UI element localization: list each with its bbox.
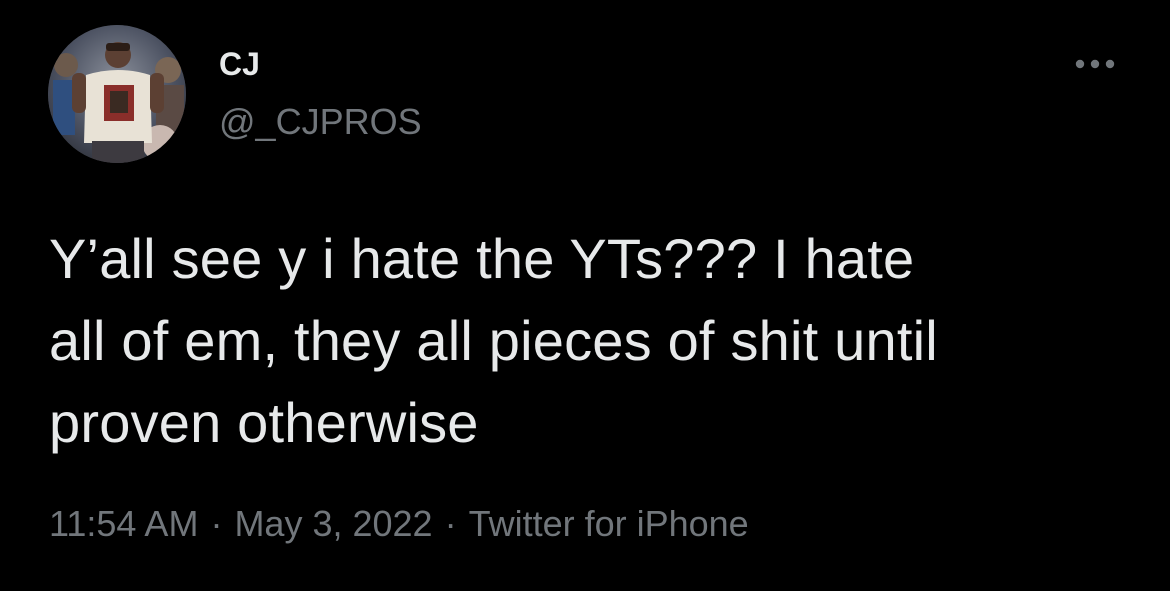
tweet-source[interactable]: Twitter for iPhone — [469, 503, 749, 544]
tweet-time[interactable]: 11:54 AM — [49, 503, 198, 544]
tweet-date[interactable]: May 3, 2022 — [234, 503, 432, 544]
tweet-card: CJ @_CJPROS Y’all see y i hate the YTs??… — [0, 0, 1170, 591]
more-options-button[interactable] — [1072, 52, 1118, 76]
author-display-name[interactable]: CJ — [219, 44, 260, 84]
author-handle[interactable]: @_CJPROS — [219, 101, 422, 143]
author-avatar[interactable] — [48, 25, 186, 163]
tweet-metadata: 11:54 AM · May 3, 2022 · Twitter for iPhone — [49, 502, 749, 546]
meta-separator: · — [210, 503, 223, 544]
profile-photo-icon — [48, 25, 186, 163]
tweet-text: Y’all see y i hate the YTs??? I hate all… — [49, 227, 938, 454]
meta-separator: · — [444, 503, 457, 544]
more-horizontal-icon — [1075, 59, 1115, 69]
